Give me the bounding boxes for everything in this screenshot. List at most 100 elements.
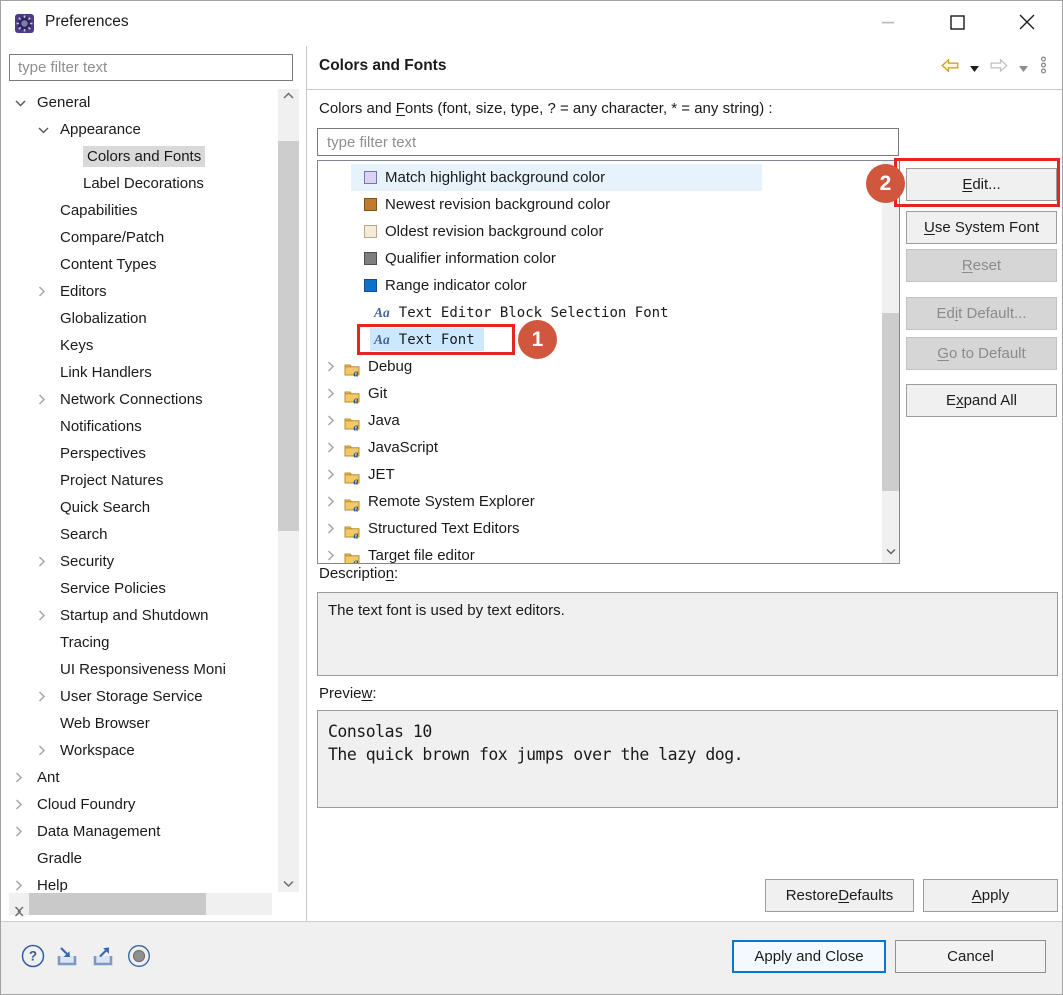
back-history-dropdown-icon[interactable] [970,59,979,76]
sidebar-filter-input[interactable] [9,54,293,81]
sidebar-item-ant[interactable]: Ant [1,764,278,791]
chevron-right-icon[interactable] [327,380,335,407]
scroll-down-icon[interactable] [278,880,299,888]
view-menu-icon[interactable] [1039,56,1048,78]
sidebar-item-ui-responsiveness-moni[interactable]: UI Responsiveness Moni [1,656,278,683]
apply-and-close-button[interactable]: Apply and Close [732,940,886,973]
sidebar-item-data-management[interactable]: Data Management [1,818,278,845]
sidebar-hscrollbar-thumb[interactable] [29,893,206,915]
sidebar-item-notifications[interactable]: Notifications [1,413,278,440]
sidebar-item-capabilities[interactable]: Capabilities [1,197,278,224]
chevron-right-icon[interactable] [327,407,335,434]
restore-defaults-button[interactable]: Restore Defaults [765,879,914,912]
preference-recorder-icon[interactable] [127,944,151,972]
sidebar-item-web-browser[interactable]: Web Browser [1,710,278,737]
chevron-right-icon[interactable] [38,602,46,629]
list-category-javascript[interactable]: a JavaScript [318,434,882,461]
chevron-right-icon[interactable] [38,548,46,575]
sidebar-item-user-storage-service[interactable]: User Storage Service [1,683,278,710]
sidebar-item-service-policies[interactable]: Service Policies [1,575,278,602]
sidebar-item-startup-and-shutdown[interactable]: Startup and Shutdown [1,602,278,629]
chevron-right-icon[interactable] [15,764,23,791]
sidebar-item-help[interactable]: Help [1,872,278,892]
sidebar-item-appearance[interactable]: Appearance [1,116,278,143]
maximize-button[interactable] [932,1,982,43]
forward-arrow-icon [990,59,1008,76]
help-icon[interactable]: ? [21,944,45,972]
sidebar-item-network-connections[interactable]: Network Connections [1,386,278,413]
sidebar-item-project-natures[interactable]: Project Natures [1,467,278,494]
expand-all-button[interactable]: Expand All [906,384,1057,417]
chevron-right-icon[interactable] [327,542,335,564]
scroll-right-icon[interactable] [9,900,27,922]
list-item-newest-revision-background-color[interactable]: Newest revision background color [318,191,882,218]
chevron-right-icon[interactable] [38,278,46,305]
close-button[interactable] [1002,1,1052,43]
list-category-structured-text-editors[interactable]: a Structured Text Editors [318,515,882,542]
chevron-right-icon[interactable] [38,737,46,764]
sidebar-item-tracing[interactable]: Tracing [1,629,278,656]
back-arrow-icon[interactable] [941,59,959,76]
description-text: The text font is used by text editors. [328,602,1047,619]
list-item-oldest-revision-background-color[interactable]: Oldest revision background color [318,218,882,245]
chevron-right-icon[interactable] [38,386,46,413]
sidebar-item-general[interactable]: General [1,89,278,116]
sidebar-item-compare-patch[interactable]: Compare/Patch [1,224,278,251]
sidebar-item-content-types[interactable]: Content Types [1,251,278,278]
sidebar-item-perspectives[interactable]: Perspectives [1,440,278,467]
sidebar-item-editors[interactable]: Editors [1,278,278,305]
cancel-button[interactable]: Cancel [895,940,1046,973]
sidebar-vertical-scrollbar[interactable] [278,89,299,892]
sidebar-item-quick-search[interactable]: Quick Search [1,494,278,521]
list-item-qualifier-information-color[interactable]: Qualifier information color [318,245,882,272]
list-item-text-editor-block-selection-font[interactable]: AaText Editor Block Selection Font [318,299,882,326]
sidebar-item-colors-and-fonts[interactable]: Colors and Fonts [1,143,278,170]
list-category-git[interactable]: a Git [318,380,882,407]
use-system-font-button[interactable]: Use System Font [906,211,1057,244]
chevron-right-icon[interactable] [327,434,335,461]
list-category-target-file-editor[interactable]: a Target file editor [318,542,882,564]
list-scrollbar-thumb[interactable] [882,313,899,491]
list-item-range-indicator-color[interactable]: Range indicator color [318,272,882,299]
svg-text:?: ? [29,949,37,964]
sidebar-item-workspace[interactable]: Workspace [1,737,278,764]
chevron-right-icon[interactable] [327,488,335,515]
sidebar-item-cloud-foundry[interactable]: Cloud Foundry [1,791,278,818]
color-swatch-icon [364,279,377,292]
scroll-down-icon[interactable] [882,548,899,555]
chevron-right-icon[interactable] [15,872,23,892]
chevron-right-icon[interactable] [327,515,335,542]
sidebar-item-label-decorations[interactable]: Label Decorations [1,170,278,197]
list-category-debug[interactable]: a Debug [318,353,882,380]
chevron-right-icon[interactable] [327,353,335,380]
sidebar-horizontal-scrollbar[interactable] [9,893,272,915]
color-swatch-icon [364,198,377,211]
description-box: The text font is used by text editors. [317,592,1058,676]
sidebar-item-globalization[interactable]: Globalization [1,305,278,332]
header-divider [307,89,1063,90]
list-vertical-scrollbar[interactable] [882,161,899,563]
chevron-down-icon[interactable] [38,116,49,143]
list-category-jet[interactable]: a JET [318,461,882,488]
sidebar-item-keys[interactable]: Keys [1,332,278,359]
import-preferences-icon[interactable] [55,946,81,971]
list-category-java[interactable]: a Java [318,407,882,434]
chevron-right-icon[interactable] [38,683,46,710]
sidebar-item-link-handlers[interactable]: Link Handlers [1,359,278,386]
chevron-right-icon[interactable] [15,818,23,845]
sidebar-item-security[interactable]: Security [1,548,278,575]
chevron-right-icon[interactable] [327,461,335,488]
sidebar-item-search[interactable]: Search [1,521,278,548]
apply-button[interactable]: Apply [923,879,1058,912]
minimize-button[interactable] [863,1,913,43]
sidebar-item-gradle[interactable]: Gradle [1,845,278,872]
list-item-match-highlight-background-color[interactable]: Match highlight background color [318,164,882,191]
scroll-up-icon[interactable] [278,92,299,100]
chevron-right-icon[interactable] [15,791,23,818]
svg-text:a: a [354,423,359,431]
sidebar-scrollbar-thumb[interactable] [278,141,299,531]
colors-fonts-filter-input[interactable] [317,128,899,156]
list-category-remote-system-explorer[interactable]: a Remote System Explorer [318,488,882,515]
chevron-down-icon[interactable] [15,89,26,116]
export-preferences-icon[interactable] [91,946,117,971]
